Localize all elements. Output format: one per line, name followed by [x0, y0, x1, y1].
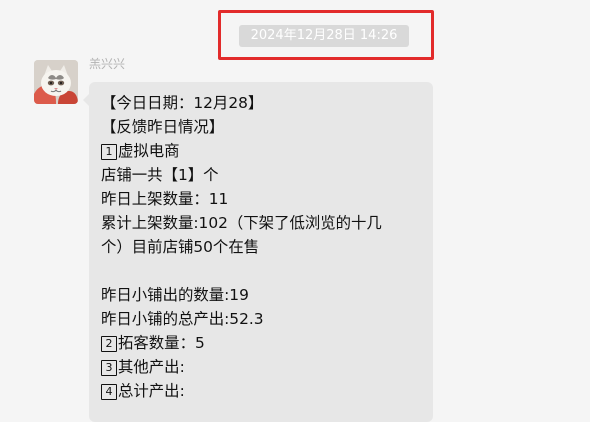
message-line-text: 总计产出: [118, 382, 185, 400]
message-line-text: 昨日上架数量：11 [101, 190, 229, 208]
cat-avatar-icon [34, 60, 78, 104]
message-lines: 【今日日期：12月28】 【反馈昨日情况】 1 虚拟电商店铺一共【1】个 昨日上架数量：… [101, 91, 421, 403]
number-badge: 4 [101, 384, 117, 400]
message-line-text: 其他产出: [118, 358, 185, 376]
message-line: 昨日小铺的总产出:52.3 [101, 307, 421, 331]
message-line: 累计上架数量:102（下架了低浏览的十几 [101, 211, 421, 235]
timestamp: 2024年12月28日 14:26 [239, 25, 409, 47]
message-line: 1 虚拟电商 [101, 139, 421, 163]
message-line: 【今日日期：12月28】 [101, 91, 421, 115]
number-badge: 3 [101, 360, 117, 376]
message-line-text: 拓客数量：5 [118, 334, 205, 352]
message-line: 2 拓客数量：5 [101, 331, 421, 355]
message-line: 昨日小铺出的数量:19 [101, 283, 421, 307]
message-line-text: 累计上架数量:102（下架了低浏览的十几 [101, 214, 382, 232]
timestamp-highlight: 2024年12月28日 14:26 [218, 10, 434, 60]
message-line: 昨日上架数量：11 [101, 187, 421, 211]
message-line-text: 昨日小铺的总产出:52.3 [101, 310, 264, 328]
sender-name: 羔兴兴 [89, 57, 126, 71]
message-line-text: 【今日日期：12月28】 [101, 94, 264, 112]
message-line: 3 其他产出: [101, 355, 421, 379]
message-line: 【反馈昨日情况】 [101, 115, 421, 139]
message-line: 4 总计产出: [101, 379, 421, 403]
number-badge: 1 [101, 144, 117, 160]
number-badge: 2 [101, 336, 117, 352]
message-bubble: 【今日日期：12月28】 【反馈昨日情况】 1 虚拟电商店铺一共【1】个 昨日上架数量：… [83, 82, 433, 422]
message-line-text: 虚拟电商 [118, 142, 180, 160]
message-line: 个）目前店铺50个在售 [101, 235, 421, 259]
message-line-text: 个）目前店铺50个在售 [101, 238, 260, 256]
avatar[interactable] [34, 60, 78, 104]
message-line: 店铺一共【1】个 [101, 163, 421, 187]
message-line-text: 店铺一共【1】个 [101, 166, 219, 184]
message-line-text: 昨日小铺出的数量:19 [101, 286, 249, 304]
message-line-text: 【反馈昨日情况】 [101, 118, 225, 136]
